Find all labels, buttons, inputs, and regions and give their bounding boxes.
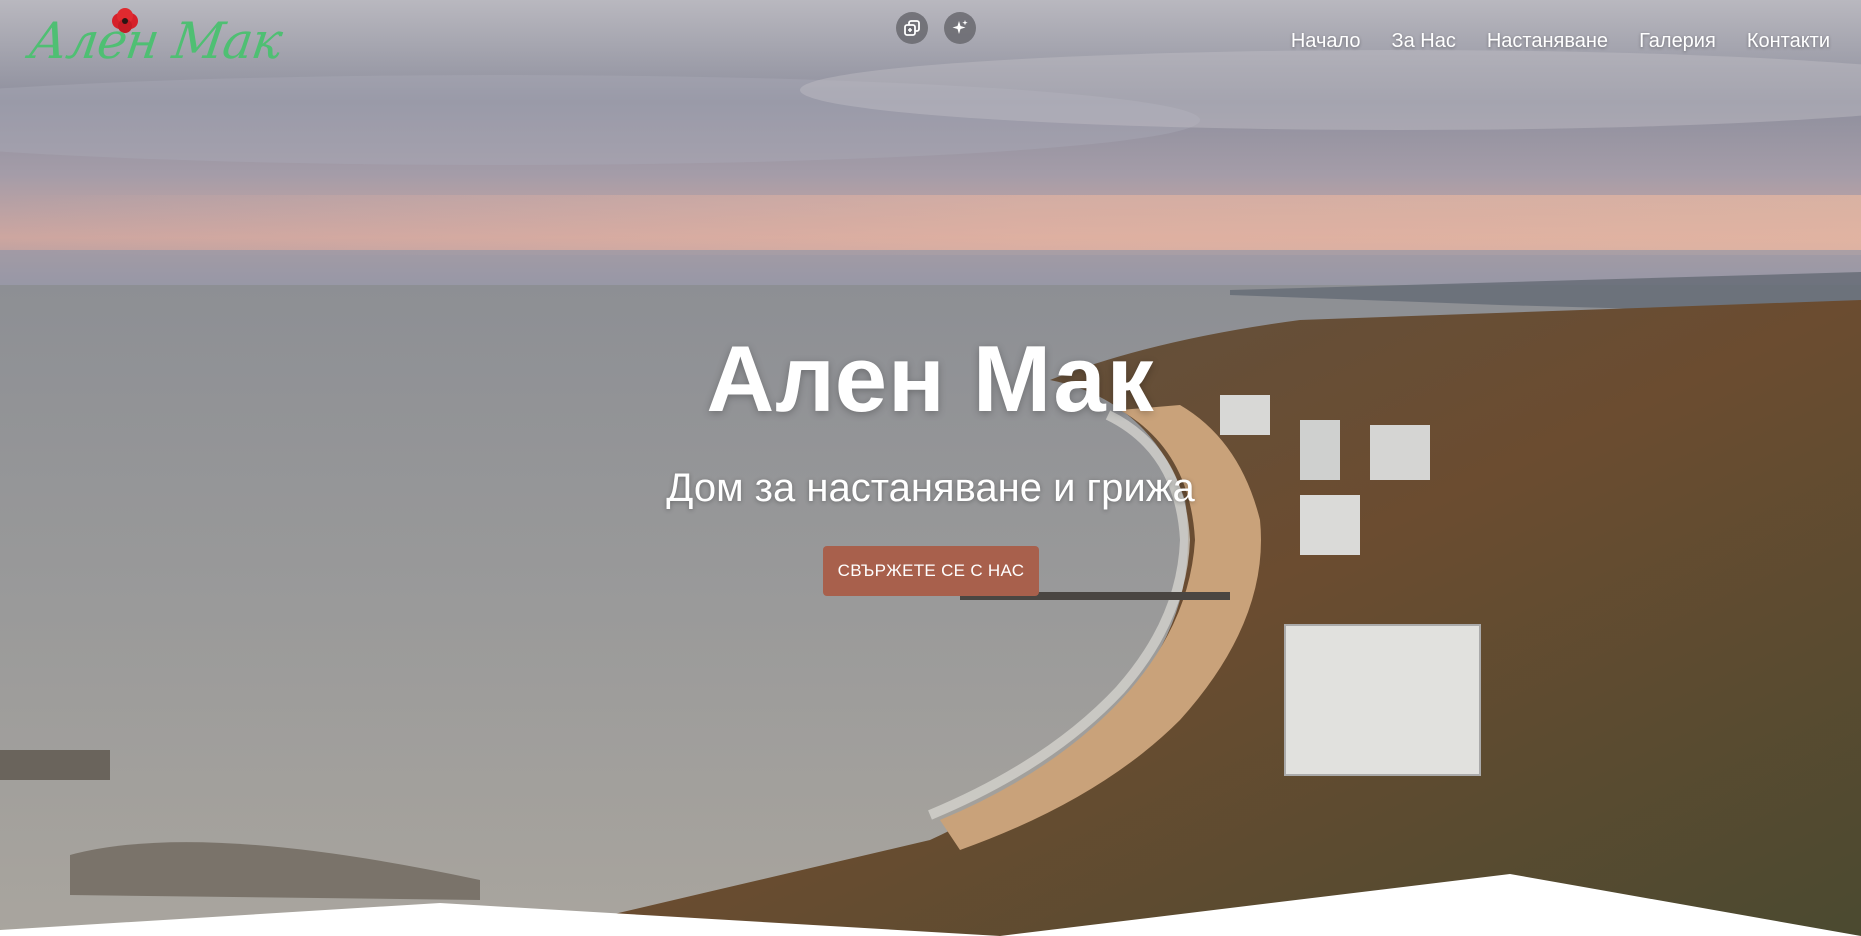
nav-item-home[interactable]: Начало xyxy=(1291,30,1361,53)
hero-title: Ален Мак xyxy=(706,326,1155,431)
contact-us-button[interactable]: СВЪРЖЕТЕ СЕ С НАС xyxy=(823,546,1039,596)
brand-logo[interactable]: Ален Мак xyxy=(22,4,285,80)
nav-item-contacts[interactable]: Контакти xyxy=(1747,30,1830,53)
main-navigation: Начало За Нас Настаняване Галерия Контак… xyxy=(1291,30,1830,53)
floating-toolbar xyxy=(896,12,976,44)
copy-button[interactable] xyxy=(896,12,928,44)
nav-item-gallery[interactable]: Галерия xyxy=(1639,30,1716,53)
nav-item-about[interactable]: За Нас xyxy=(1392,30,1456,53)
sparkle-icon xyxy=(952,20,968,34)
hero-section: Ален Мак Начало За Нас Настаняване Галер… xyxy=(0,0,1861,936)
copy-icon xyxy=(904,20,920,36)
hero-subtitle: Дом за настаняване и грижа xyxy=(666,466,1195,510)
ai-sparkle-button[interactable] xyxy=(944,12,976,44)
logo-text: Ален Мак xyxy=(25,12,286,70)
nav-item-accommodation[interactable]: Настаняване xyxy=(1487,30,1608,53)
